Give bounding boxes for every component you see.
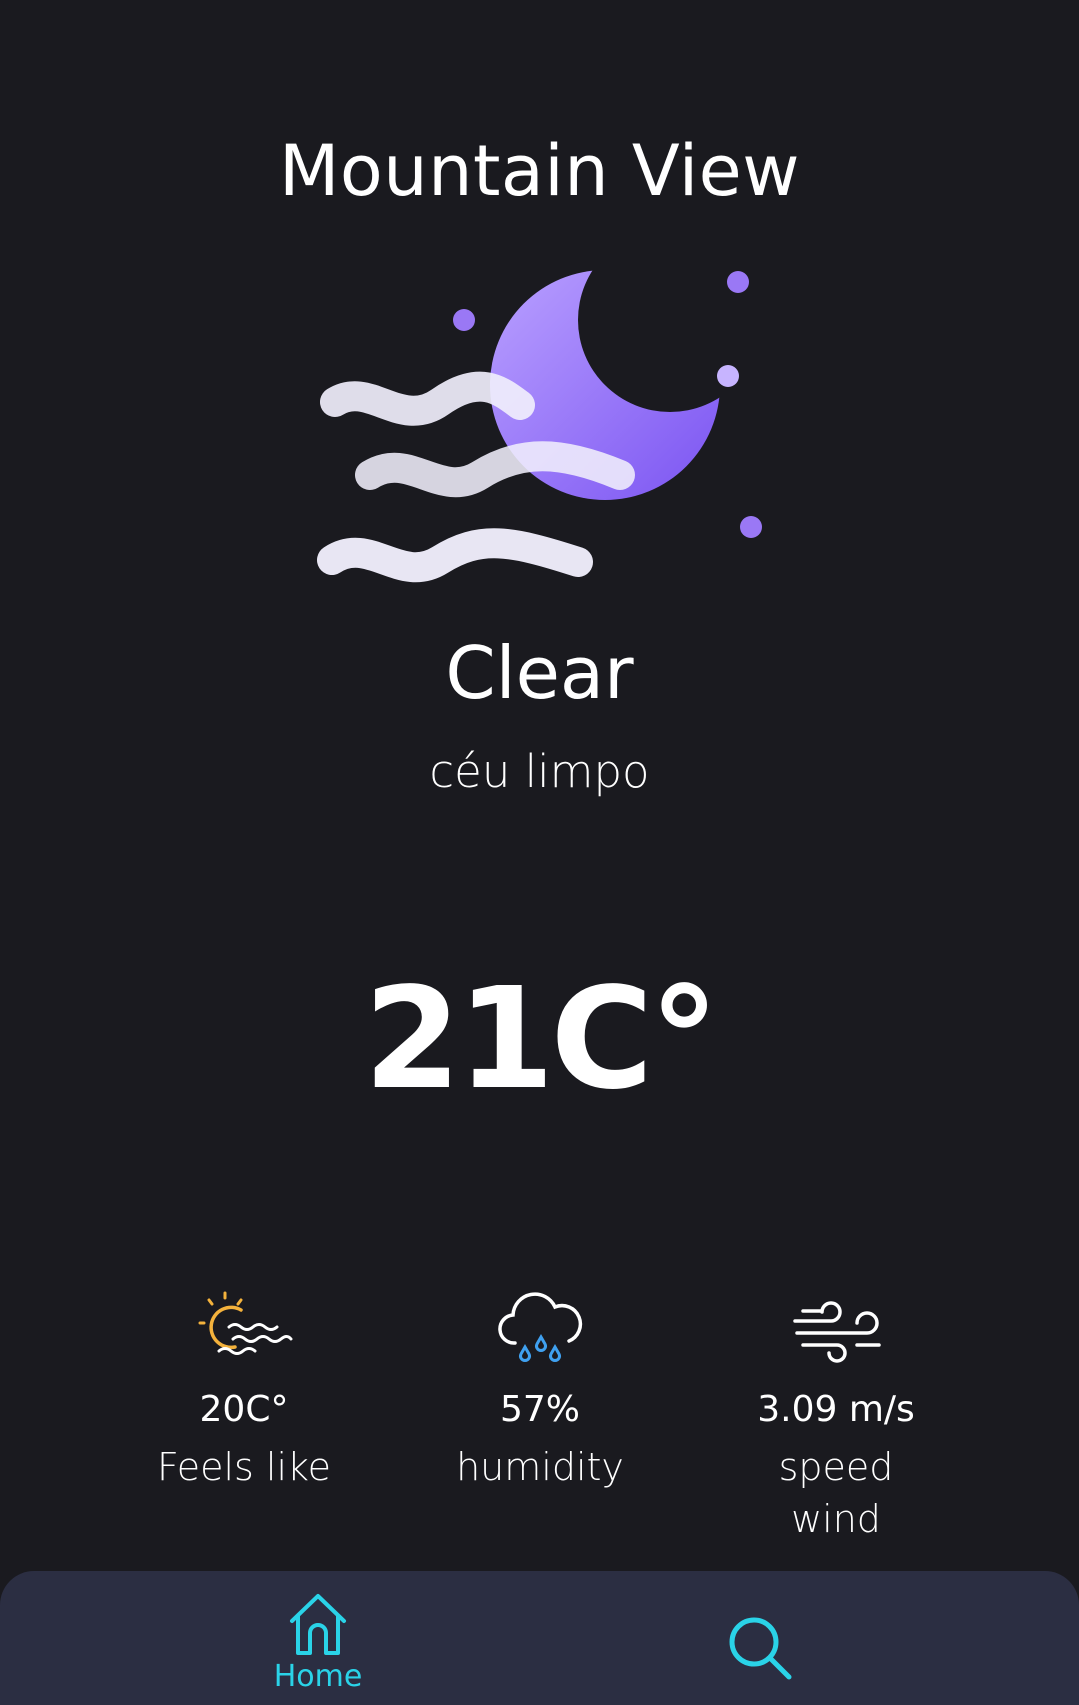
sun-fog-icon: [198, 1291, 293, 1355]
bottom-tab-bar: Home: [0, 1571, 1079, 1705]
stat-wind: 3.09 m/s speed wind: [706, 1285, 966, 1545]
search-icon: [729, 1617, 792, 1680]
wind-speed-value: 3.09 m/s: [757, 1389, 915, 1430]
tab-home-label: Home: [273, 1659, 363, 1694]
current-temperature: 21C°: [363, 958, 720, 1121]
home-icon: [290, 1594, 346, 1655]
tab-home[interactable]: Home: [218, 1571, 418, 1705]
weather-condition: Clear: [445, 631, 634, 715]
city-name: Mountain View: [279, 130, 800, 212]
weather-description: céu limpo: [429, 745, 650, 798]
feels-like-value: 20C°: [199, 1389, 289, 1430]
weather-stats: 20C° Feels like 57% humidity 3.09 m/s sp…: [0, 1285, 1079, 1565]
stat-feels-like: 20C° Feels like: [114, 1285, 374, 1493]
feels-like-label: Feels like: [156, 1445, 332, 1489]
tab-search[interactable]: [660, 1571, 860, 1705]
humidity-value: 57%: [499, 1389, 580, 1430]
stat-humidity: 57% humidity: [410, 1285, 670, 1493]
rain-cloud-icon: [498, 1292, 583, 1362]
wind-speed-label: speed wind: [778, 1445, 894, 1541]
wind-icon: [793, 1301, 881, 1363]
humidity-label: humidity: [456, 1445, 624, 1489]
weather-screen: Mountain View Clear céu limpo 21C° 20C° …: [0, 0, 1079, 1705]
moon-fog-icon: [317, 270, 762, 583]
